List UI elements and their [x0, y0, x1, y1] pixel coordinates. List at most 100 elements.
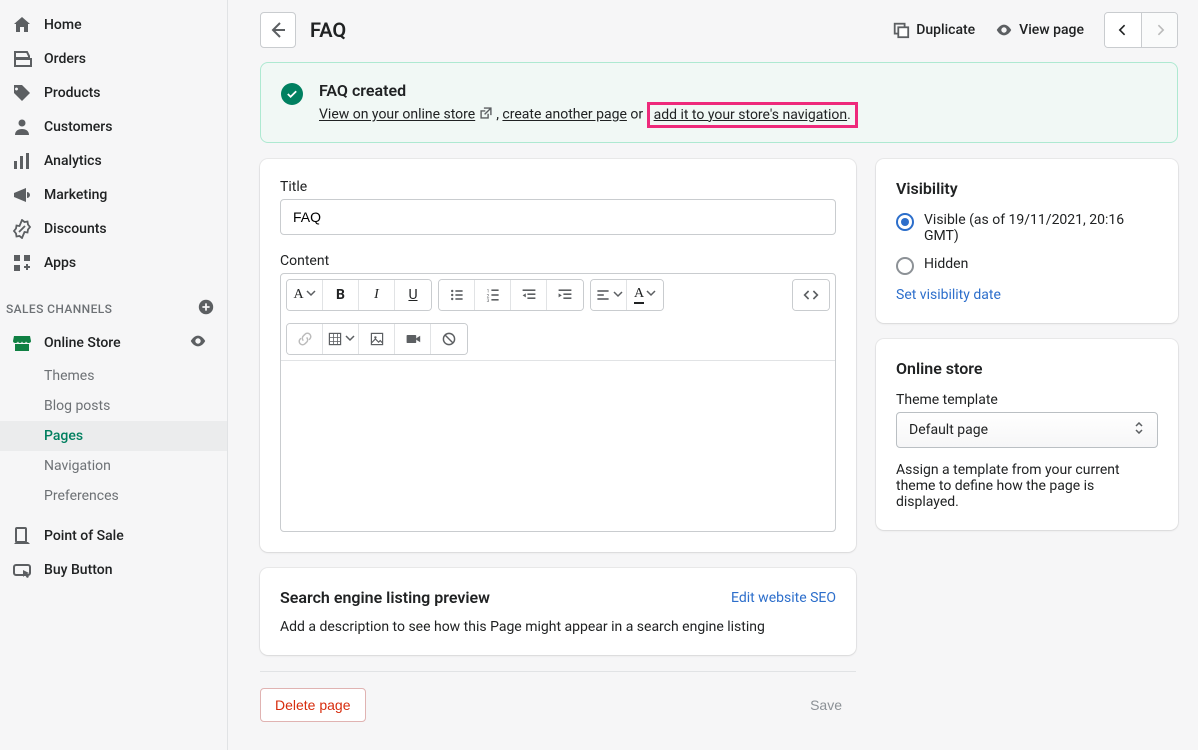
- page-header: FAQ Duplicate View page: [260, 12, 1178, 48]
- nav-discounts-label: Discounts: [44, 221, 107, 237]
- visibility-hidden-label: Hidden: [924, 256, 968, 272]
- outdent-icon: [521, 287, 537, 303]
- rte-indent[interactable]: [547, 280, 583, 310]
- banner-nav-highlight: add it to your store's navigation.: [647, 102, 858, 128]
- set-visibility-date-link[interactable]: Set visibility date: [896, 287, 1158, 303]
- seo-description: Add a description to see how this Page m…: [280, 619, 836, 635]
- video-icon: [405, 331, 421, 347]
- store-icon: [12, 333, 32, 353]
- rte-outdent[interactable]: [511, 280, 547, 310]
- view-page-button[interactable]: View page: [995, 21, 1084, 39]
- rte-video[interactable]: [395, 324, 431, 354]
- nav-marketing-label: Marketing: [44, 187, 107, 203]
- duplicate-label: Duplicate: [916, 22, 975, 38]
- rte-image[interactable]: [359, 324, 395, 354]
- nav-preferences[interactable]: Preferences: [0, 481, 227, 511]
- link-icon: [297, 331, 313, 347]
- nav-navigation[interactable]: Navigation: [0, 451, 227, 481]
- add-channel-icon[interactable]: [197, 298, 215, 319]
- nav-online-store[interactable]: Online Store: [0, 325, 227, 361]
- rte-clear[interactable]: [431, 324, 467, 354]
- back-button[interactable]: [260, 12, 296, 48]
- banner-nav-link[interactable]: add it to your store's navigation: [654, 107, 847, 123]
- next-button: [1141, 13, 1177, 47]
- nav-buy-button[interactable]: Buy Button: [0, 553, 227, 587]
- delete-page-button[interactable]: Delete page: [260, 688, 366, 722]
- nav-home-label: Home: [44, 17, 82, 33]
- header-actions: Duplicate View page: [892, 12, 1178, 48]
- tag-icon: [12, 83, 32, 103]
- view-page-label: View page: [1019, 22, 1084, 38]
- view-store-icon[interactable]: [189, 332, 215, 354]
- rte-link: [287, 324, 323, 354]
- nav-customers[interactable]: Customers: [0, 110, 227, 144]
- chevron-down-icon: [306, 287, 316, 303]
- content-card: Title Content A B I U: [260, 159, 856, 552]
- nav-analytics-label: Analytics: [44, 153, 102, 169]
- nav-themes[interactable]: Themes: [0, 361, 227, 391]
- pos-icon: [12, 526, 32, 546]
- nav-pos-label: Point of Sale: [44, 528, 124, 544]
- nav-products-label: Products: [44, 85, 101, 101]
- rte-number-list[interactable]: 123: [475, 280, 511, 310]
- rte-bold[interactable]: B: [323, 280, 359, 310]
- template-label: Theme template: [896, 392, 1158, 408]
- duplicate-icon: [892, 21, 910, 39]
- duplicate-button[interactable]: Duplicate: [892, 21, 975, 39]
- page-title: FAQ: [310, 18, 892, 42]
- code-icon: [803, 287, 819, 303]
- rte-table-dropdown[interactable]: [323, 324, 359, 354]
- nav-orders[interactable]: Orders: [0, 42, 227, 76]
- title-input[interactable]: [280, 199, 836, 235]
- nav-apps[interactable]: Apps: [0, 246, 227, 280]
- nav-products[interactable]: Products: [0, 76, 227, 110]
- nav-pages[interactable]: Pages: [0, 421, 227, 451]
- svg-text:3: 3: [486, 298, 489, 303]
- rte-bullet-list[interactable]: [439, 280, 475, 310]
- nav-orders-label: Orders: [44, 51, 86, 67]
- banner-create-link[interactable]: create another page: [502, 107, 626, 123]
- rte-italic[interactable]: I: [359, 280, 395, 310]
- nav-apps-label: Apps: [44, 255, 76, 271]
- banner-title: FAQ created: [319, 81, 858, 100]
- radio-checked-icon: [896, 213, 914, 231]
- page-footer: Delete page Save: [260, 671, 856, 722]
- arrow-left-icon: [268, 20, 288, 40]
- banner-text: View on your online store , create anoth…: [319, 106, 858, 124]
- nav-pos[interactable]: Point of Sale: [0, 519, 227, 553]
- eye-icon: [995, 21, 1013, 39]
- chevron-down-icon: [613, 287, 623, 303]
- edit-seo-link[interactable]: Edit website SEO: [731, 590, 836, 606]
- rich-text-editor: A B I U 123: [280, 273, 836, 532]
- seo-heading: Search engine listing preview: [280, 588, 490, 607]
- rte-color-dropdown[interactable]: A: [627, 280, 663, 310]
- rte-format-dropdown[interactable]: A: [287, 280, 323, 310]
- home-icon: [12, 15, 32, 35]
- rte-align-dropdown[interactable]: [591, 280, 627, 310]
- external-icon: [479, 106, 493, 124]
- sales-channels-header: SALES CHANNELS: [0, 280, 227, 325]
- template-select[interactable]: Default page: [896, 412, 1158, 448]
- title-label: Title: [280, 179, 836, 195]
- online-store-heading: Online store: [896, 359, 1158, 378]
- nav-customers-label: Customers: [44, 119, 112, 135]
- rte-toolbar: A B I U 123: [281, 274, 835, 361]
- visibility-hidden-option[interactable]: Hidden: [896, 256, 1158, 275]
- prev-button[interactable]: [1105, 13, 1141, 47]
- banner-view-link[interactable]: View on your online store: [319, 107, 475, 123]
- nav-marketing[interactable]: Marketing: [0, 178, 227, 212]
- rte-html[interactable]: [793, 280, 829, 310]
- nav-home[interactable]: Home: [0, 8, 227, 42]
- image-icon: [369, 331, 385, 347]
- radio-icon: [896, 257, 914, 275]
- content-label: Content: [280, 253, 836, 269]
- nav-analytics[interactable]: Analytics: [0, 144, 227, 178]
- megaphone-icon: [12, 185, 32, 205]
- rte-body[interactable]: [281, 361, 835, 531]
- select-updown-icon: [1133, 422, 1145, 438]
- visibility-visible-option[interactable]: Visible (as of 19/11/2021, 20:16 GMT): [896, 212, 1158, 244]
- nav-blog-posts[interactable]: Blog posts: [0, 391, 227, 421]
- rte-underline[interactable]: U: [395, 280, 431, 310]
- sidebar: Home Orders Products Customers Analytics…: [0, 0, 228, 750]
- nav-discounts[interactable]: Discounts: [0, 212, 227, 246]
